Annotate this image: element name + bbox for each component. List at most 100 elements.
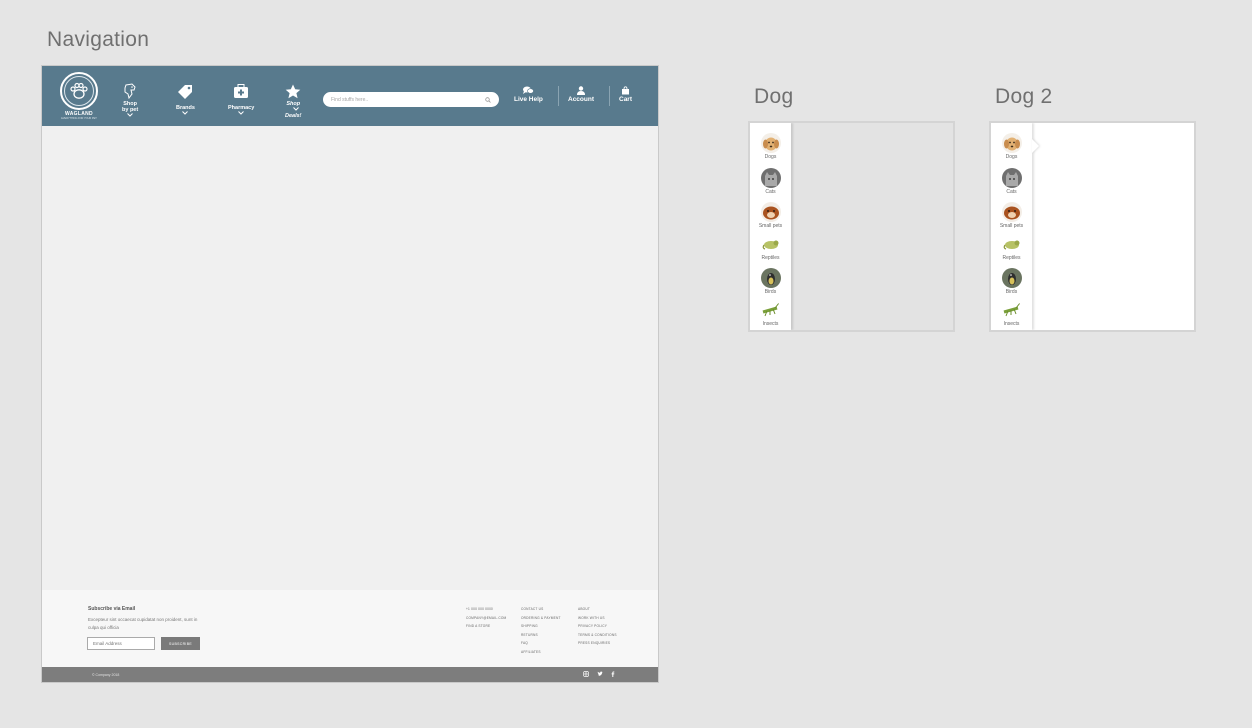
footer-link[interactable]: PRIVACY POLICY [578,622,617,631]
nav-pharmacy[interactable]: Pharmacy [228,84,254,117]
star-icon [285,84,301,99]
dog-artboard: Dogs Cats Small pets Reptiles Birds Inse… [748,121,955,332]
user-icon [577,86,585,95]
bird-photo [760,268,781,288]
instagram-icon[interactable] [582,671,590,679]
footer: Subscribe via Email Excepteur sint occae… [42,590,658,667]
pet-category-insects[interactable]: Insects [991,300,1032,327]
email-field[interactable] [87,637,155,650]
search-icon[interactable] [485,96,491,103]
dog2-artboard-title: Dog 2 [995,85,1053,108]
brand-tagline: EVERYTHING FOR YOUR PET [61,117,97,120]
dog-photo [760,133,781,153]
brand-logo[interactable] [60,72,98,110]
footer-link[interactable]: WORK WITH US [578,614,617,623]
pet-category-dogs[interactable]: Dogs [750,133,791,160]
pet-label: Reptiles [761,255,780,261]
nav-shop-by-pet[interactable]: Shop by pet [122,83,138,119]
footer-help-column: CONTACT US ORDERING & PAYMENT SHIPPING R… [521,605,561,656]
pet-label: Reptiles [1002,255,1021,261]
dog-photo [1001,133,1022,153]
facebook-icon[interactable] [609,671,617,679]
insect-photo [760,300,781,320]
chevron-down-icon [238,111,244,115]
active-category-pointer [1032,139,1039,153]
footer-phone[interactable]: +1 000 000 0000 [466,605,506,614]
pet-label: Birds [764,289,777,295]
search-input[interactable] [331,96,471,103]
nav-cart-label: Cart [619,96,633,103]
nav-brands[interactable]: Brands [176,84,195,117]
chevron-down-icon [182,111,189,115]
pet-category-reptiles[interactable]: Reptiles [991,234,1032,261]
footer-link[interactable]: FAQ [521,639,561,648]
paw-icon [70,82,88,99]
subscribe-description: Excepteur sint occaecat cupidatat non pr… [88,617,198,630]
footer-about-column: ABOUT WORK WITH US PRIVACY POLICY TERMS … [578,605,617,648]
nav-account-label: Account [568,96,594,103]
footer-link[interactable]: ORDERING & PAYMENT [521,614,561,623]
hamster-photo [1001,202,1022,222]
pet-category-cats[interactable]: Cats [991,168,1032,195]
cat-photo [760,168,781,188]
bird-photo [1001,268,1022,288]
pet-category-rail: Dogs Cats Small pets Reptiles Birds Inse… [750,123,791,330]
pet-label: Cats [1006,189,1017,195]
copyright-text: © Company 2018 [92,673,120,677]
nav-brands-label: Brands [176,105,195,111]
nav-account[interactable]: Account [568,86,594,103]
pet-category-insects[interactable]: Insects [750,300,791,327]
first-aid-kit-icon [234,84,249,98]
footer-link[interactable]: RETURNS [521,631,561,640]
navigation-artboard: WAGLAND EVERYTHING FOR YOUR PET Shop by … [41,65,659,683]
reptile-photo [1001,234,1022,254]
dog-head-icon [124,83,136,99]
pet-label: Dogs [1005,154,1018,160]
nav-live-help[interactable]: Live Help [514,86,543,103]
nav-live-help-label: Live Help [514,96,543,103]
pet-label: Insects [1003,321,1020,327]
nav-shop-by-pet-label-2: by pet [122,107,139,113]
pet-label: Birds [1005,289,1018,295]
footer-link[interactable]: SHIPPING [521,622,561,631]
footer-contact-column: +1 000 000 0000 COMPANY@EMAIL.COM FIND A… [466,605,506,631]
nav-divider [558,86,559,106]
nav-cart[interactable]: Cart [619,86,632,103]
insect-photo [1001,300,1022,320]
footer-link[interactable]: TERMS & CONDITIONS [578,631,617,640]
navigation-artboard-title: Navigation [47,28,150,51]
nav-shop-deals-label-2: Deals! [285,113,302,119]
nav-pharmacy-label: Pharmacy [228,105,255,111]
shopping-bag-icon [622,86,629,95]
footer-link[interactable]: PRESS ENQUIRIES [578,639,617,648]
footer-link[interactable]: AFFILIATES [521,648,561,657]
pet-category-cats[interactable]: Cats [750,168,791,195]
top-navigation-bar: WAGLAND EVERYTHING FOR YOUR PET Shop by … [42,66,658,126]
subscribe-title: Subscribe via Email [88,606,136,612]
subscribe-button[interactable]: SUBSCRIBE [161,637,200,650]
footer-find-store-link[interactable]: FIND A STORE [466,622,506,631]
chevron-down-icon [127,113,133,117]
twitter-icon[interactable] [596,671,604,679]
footer-link[interactable]: ABOUT [578,605,617,614]
chat-bubbles-icon [523,86,535,94]
pet-category-dogs[interactable]: Dogs [991,133,1032,160]
pet-category-birds[interactable]: Birds [750,268,791,295]
reptile-photo [760,234,781,254]
footer-link[interactable]: CONTACT US [521,605,561,614]
pet-category-small-pets[interactable]: Small pets [750,202,791,229]
nav-shop-deals[interactable]: Shop Deals! [285,84,302,119]
pet-category-small-pets[interactable]: Small pets [991,202,1032,229]
pet-label: Small pets [999,223,1024,229]
nav-divider [609,86,610,106]
tag-icon [178,85,193,99]
pet-category-rail: Dogs Cats Small pets Reptiles Birds Inse… [991,123,1032,330]
pet-category-reptiles[interactable]: Reptiles [750,234,791,261]
pet-label: Insects [762,321,779,327]
bottom-bar: © Company 2018 [42,667,658,682]
pet-category-birds[interactable]: Birds [991,268,1032,295]
search-bar [323,92,499,107]
pet-label: Small pets [758,223,783,229]
pet-label: Dogs [764,154,777,160]
footer-email[interactable]: COMPANY@EMAIL.COM [466,614,506,623]
